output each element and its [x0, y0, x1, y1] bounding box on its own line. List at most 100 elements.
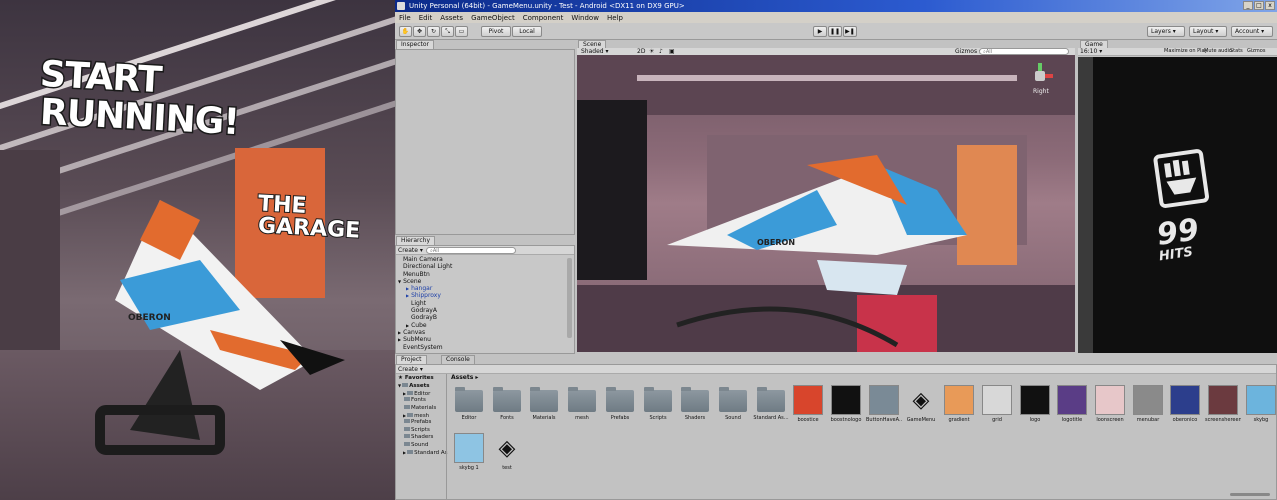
- rect-tool-icon[interactable]: ▭: [455, 26, 468, 37]
- collapsed-arrow-icon[interactable]: ▶: [403, 391, 406, 396]
- hierarchy-item[interactable]: Main Camera: [398, 256, 566, 263]
- hierarchy-item[interactable]: MenuBtn: [398, 271, 566, 278]
- asset-item[interactable]: ◈ test: [489, 433, 525, 472]
- folder-tree-item[interactable]: ▶ Standard As: [398, 449, 447, 456]
- collapsed-arrow-icon[interactable]: ▶: [398, 337, 401, 342]
- scale-tool-icon[interactable]: ⤡: [441, 26, 454, 37]
- zoom-slider[interactable]: [1230, 493, 1270, 496]
- asset-item[interactable]: Sound: [715, 385, 751, 422]
- aspect-dropdown[interactable]: 16:10 ▾: [1080, 47, 1102, 56]
- collapsed-arrow-icon[interactable]: ▶: [398, 330, 401, 335]
- hierarchy-item[interactable]: GodrayA: [398, 307, 566, 314]
- scene-gizmo[interactable]: Right: [1025, 63, 1055, 99]
- asset-item[interactable]: menubar: [1130, 385, 1166, 424]
- account-dropdown[interactable]: Account ▾: [1231, 26, 1273, 37]
- hierarchy-scrollbar[interactable]: [567, 258, 572, 338]
- folder-tree-item[interactable]: Fonts: [398, 397, 446, 404]
- folder-tree-item[interactable]: Scripts: [398, 426, 446, 434]
- asset-item[interactable]: screenshereen: [1205, 385, 1241, 424]
- favorites-item[interactable]: ★ Favorites: [398, 375, 446, 382]
- hierarchy-item[interactable]: GodrayB: [398, 314, 566, 321]
- step-button[interactable]: ▶❚: [843, 26, 857, 37]
- folder-tree-item[interactable]: ▶ mesh: [398, 412, 446, 419]
- minimize-button[interactable]: _: [1243, 1, 1253, 10]
- hierarchy-item[interactable]: ▶ Shipproxy: [398, 292, 566, 299]
- hierarchy-item[interactable]: ▶ hangar: [398, 285, 566, 292]
- asset-item[interactable]: Editor: [451, 385, 487, 422]
- collapsed-arrow-icon[interactable]: ▶: [403, 450, 406, 455]
- local-toggle[interactable]: Local: [512, 26, 542, 37]
- hand-tool-icon[interactable]: ✋: [399, 26, 412, 37]
- scene-search[interactable]: ⌕All: [979, 48, 1069, 55]
- tab-inspector[interactable]: Inspector: [396, 40, 434, 49]
- tab-project[interactable]: Project: [396, 355, 427, 364]
- pause-button[interactable]: ❚❚: [828, 26, 842, 37]
- hierarchy-create-button[interactable]: Create ▾: [398, 246, 423, 255]
- asset-item[interactable]: Shaders: [677, 385, 713, 422]
- menu-window[interactable]: Window: [567, 14, 603, 22]
- asset-item[interactable]: gradient: [941, 385, 977, 424]
- asset-item[interactable]: grid: [979, 385, 1015, 424]
- hierarchy-item[interactable]: EventSystem: [398, 344, 566, 351]
- folder-tree-item[interactable]: ▼ Assets: [398, 382, 446, 389]
- menu-component[interactable]: Component: [519, 14, 568, 22]
- stats-toggle[interactable]: Stats: [1230, 47, 1243, 56]
- expanded-arrow-icon[interactable]: ▼: [398, 279, 401, 284]
- asset-item[interactable]: Standard As...: [753, 385, 789, 422]
- rotate-tool-icon[interactable]: ↻: [427, 26, 440, 37]
- scene-viewport[interactable]: OBERON Right: [577, 55, 1075, 352]
- move-tool-icon[interactable]: ✥: [413, 26, 426, 37]
- expanded-arrow-icon[interactable]: ▼: [398, 383, 401, 388]
- collapsed-arrow-icon[interactable]: ▶: [406, 286, 409, 291]
- hierarchy-item[interactable]: ▶ Canvas: [398, 329, 566, 336]
- collapsed-arrow-icon[interactable]: ▶: [406, 293, 409, 298]
- menu-assets[interactable]: Assets: [436, 14, 467, 22]
- play-button[interactable]: ▶: [813, 26, 827, 37]
- project-breadcrumb[interactable]: Assets ▸: [451, 373, 478, 382]
- folder-tree-item[interactable]: ▶ Editor: [398, 390, 446, 397]
- mute-audio-toggle[interactable]: Mute audio: [1204, 47, 1232, 56]
- menu-edit[interactable]: Edit: [415, 14, 437, 22]
- folder-tree-item[interactable]: Shaders: [398, 434, 446, 441]
- asset-item[interactable]: loonscreen: [1092, 385, 1128, 424]
- asset-item[interactable]: ◈ GameMenu: [903, 385, 939, 424]
- collapsed-arrow-icon[interactable]: ▶: [403, 413, 406, 418]
- project-create-button[interactable]: Create ▾: [398, 365, 423, 374]
- asset-item[interactable]: skybg: [1243, 385, 1277, 424]
- pivot-toggle[interactable]: Pivot: [481, 26, 511, 37]
- asset-item[interactable]: logotitle: [1054, 385, 1090, 424]
- folder-tree-item[interactable]: Prefabs: [398, 419, 446, 426]
- asset-item[interactable]: oberonico: [1167, 385, 1203, 424]
- tab-console[interactable]: Console: [441, 355, 475, 364]
- asset-item[interactable]: Scripts: [640, 385, 676, 422]
- menu-file[interactable]: File: [395, 14, 415, 22]
- menu-help[interactable]: Help: [603, 14, 627, 22]
- asset-item[interactable]: logo: [1017, 385, 1053, 424]
- hierarchy-item[interactable]: ▶ Cube: [398, 322, 566, 329]
- asset-item[interactable]: skybg 1: [451, 433, 487, 472]
- asset-item[interactable]: boostice: [790, 385, 826, 424]
- maximize-button[interactable]: □: [1254, 1, 1264, 10]
- asset-item[interactable]: ButtonHaveA...: [866, 385, 902, 424]
- collapsed-arrow-icon[interactable]: ▶: [406, 323, 409, 328]
- layers-dropdown[interactable]: Layers ▾: [1147, 26, 1185, 37]
- game-gizmos-dropdown[interactable]: Gizmos: [1247, 47, 1265, 56]
- layout-dropdown[interactable]: Layout ▾: [1189, 26, 1227, 37]
- folder-tree-item[interactable]: Materials: [398, 404, 446, 412]
- hierarchy-item[interactable]: Directional Light: [398, 263, 566, 270]
- hierarchy-item[interactable]: ▶ SubMenu: [398, 336, 566, 343]
- menu-gameobject[interactable]: GameObject: [467, 14, 519, 22]
- game-viewport[interactable]: 99 HITS: [1093, 57, 1277, 353]
- tab-hierarchy[interactable]: Hierarchy: [396, 236, 436, 245]
- folder-tree-item[interactable]: Sound: [398, 441, 446, 449]
- asset-item[interactable]: Materials: [526, 385, 562, 422]
- asset-item[interactable]: Prefabs: [602, 385, 638, 422]
- hierarchy-item[interactable]: Light: [398, 300, 566, 307]
- close-button[interactable]: x: [1265, 1, 1275, 10]
- hierarchy-search[interactable]: ⌕All: [426, 247, 516, 254]
- hierarchy-item[interactable]: ▼ Scene: [398, 278, 566, 285]
- asset-item[interactable]: boostnologo: [828, 385, 864, 424]
- asset-item[interactable]: Fonts: [489, 385, 525, 422]
- asset-item[interactable]: mesh: [564, 385, 600, 422]
- maximize-on-play-toggle[interactable]: Maximize on Play: [1164, 47, 1208, 56]
